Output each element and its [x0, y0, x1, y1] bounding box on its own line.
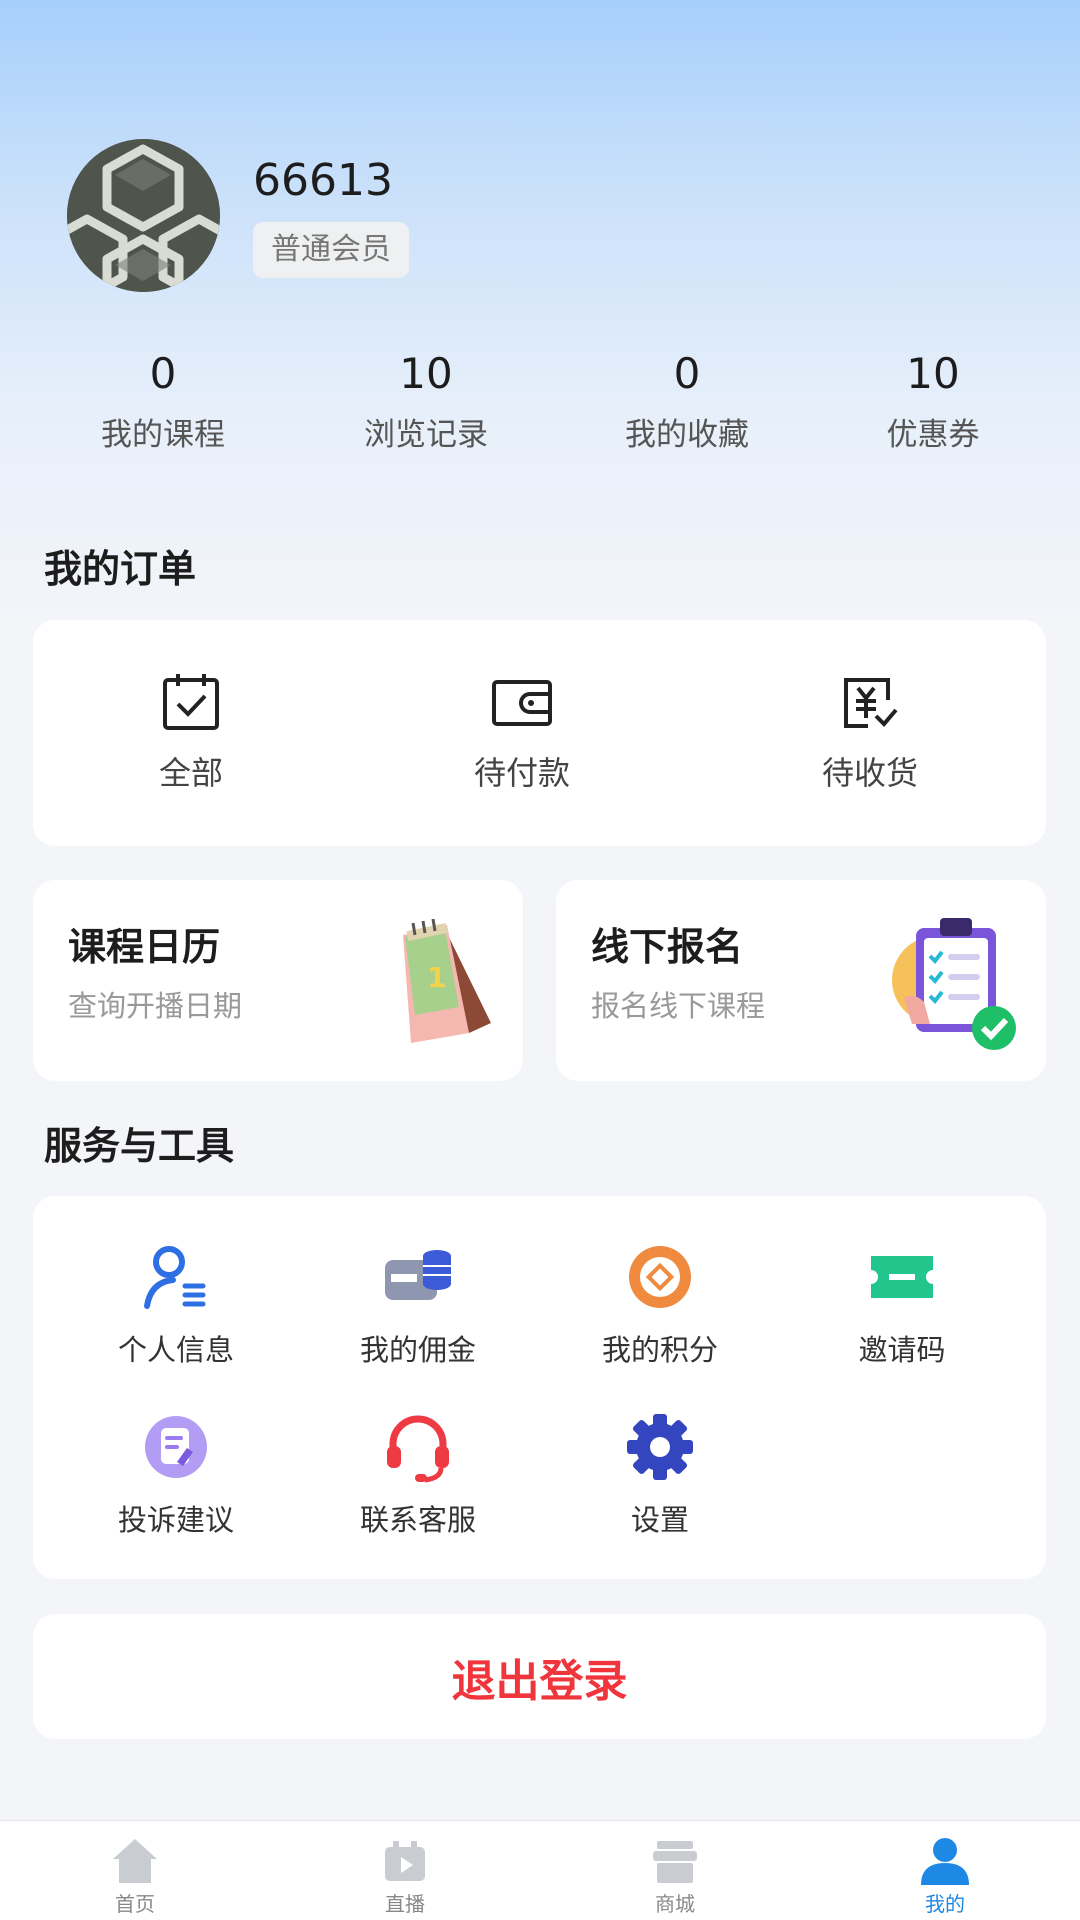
- logout-button[interactable]: 退出登录: [33, 1614, 1046, 1739]
- stat-label: 优惠券: [886, 417, 980, 453]
- stat-label: 浏览记录: [364, 417, 488, 453]
- store-icon: [653, 1841, 697, 1883]
- stat-value: 0: [673, 349, 701, 398]
- person-icon: [921, 1838, 969, 1885]
- live-tv-icon: [385, 1841, 425, 1881]
- offline-registration-card[interactable]: 线下报名 报名线下课程: [556, 880, 1046, 1081]
- tool-personal-info-label: 个人信息: [117, 1333, 234, 1367]
- orders-card: 全部 待付款 待收货: [33, 620, 1046, 846]
- home-icon: [113, 1839, 157, 1883]
- stats-row: 0 我的课程 10 浏览记录 0 我的收藏 10 优惠券: [0, 346, 1080, 466]
- stat-coupons[interactable]: 10 优惠券: [833, 346, 1033, 456]
- tab-home-label: 首页: [115, 1892, 155, 1916]
- stat-value: 10: [906, 349, 960, 398]
- ticket-icon: [871, 1256, 933, 1298]
- desk-calendar-icon: 1: [403, 918, 491, 1043]
- course-calendar-subtitle: 查询开播日期: [68, 989, 243, 1023]
- clipboard-checklist-icon: [892, 918, 1016, 1050]
- stat-browse-history[interactable]: 10 浏览记录: [326, 346, 526, 456]
- tool-customer-service[interactable]: 联系客服: [323, 1410, 513, 1540]
- stat-my-courses[interactable]: 0 我的课程: [63, 346, 263, 456]
- tab-live-label: 直播: [385, 1892, 425, 1916]
- stat-label: 我的收藏: [625, 417, 749, 453]
- order-pending-receipt-button[interactable]: 待收货: [770, 670, 970, 794]
- headset-icon: [387, 1415, 449, 1483]
- tool-my-commission[interactable]: 我的佣金: [323, 1240, 513, 1370]
- tool-settings-label: 设置: [630, 1503, 689, 1537]
- tool-my-commission-label: 我的佣金: [359, 1333, 476, 1367]
- tab-store-label: 商城: [655, 1892, 695, 1916]
- order-pending-receipt-label: 待收货: [821, 754, 918, 792]
- avatar[interactable]: [67, 139, 220, 292]
- tool-feedback-label: 投诉建议: [117, 1503, 234, 1537]
- header-background: [0, 0, 1080, 620]
- member-level-badge: 普通会员: [253, 221, 409, 278]
- tab-mine[interactable]: 我的: [870, 1835, 1020, 1917]
- order-all-label: 全部: [158, 754, 223, 792]
- order-all-button[interactable]: 全部: [91, 670, 291, 794]
- order-pending-payment-label: 待付款: [473, 754, 570, 792]
- tool-invite-code-label: 邀请码: [858, 1333, 946, 1367]
- calendar-check-icon: [163, 674, 219, 730]
- profile-header[interactable]: 66613 普通会员: [67, 139, 409, 292]
- gear-icon: [627, 1414, 693, 1480]
- order-pending-payment-button[interactable]: 待付款: [422, 670, 622, 794]
- orders-section-title: 我的订单: [44, 547, 197, 591]
- course-calendar-card[interactable]: 课程日历 查询开播日期 1: [33, 880, 523, 1081]
- tab-mine-label: 我的: [925, 1892, 965, 1916]
- stat-value: 0: [149, 349, 177, 398]
- bottom-tab-bar: 首页 直播 商城 我的: [0, 1820, 1080, 1920]
- tool-personal-info[interactable]: 个人信息: [81, 1240, 271, 1370]
- stat-my-favorites[interactable]: 0 我的收藏: [587, 346, 787, 456]
- services-card: 个人信息 我的佣金 我的积分 邀请码 投诉建议 联系客服 设置: [33, 1196, 1046, 1579]
- yen-receipt-icon: [844, 678, 898, 728]
- user-info-icon: [144, 1246, 206, 1309]
- tool-my-points[interactable]: 我的积分: [565, 1240, 755, 1370]
- course-calendar-title: 课程日历: [68, 925, 221, 969]
- wallet-icon: [492, 680, 552, 726]
- tool-customer-service-label: 联系客服: [359, 1503, 476, 1537]
- username: 66613: [253, 154, 393, 206]
- stat-value: 10: [399, 349, 453, 398]
- offline-registration-title: 线下报名: [591, 925, 744, 969]
- feedback-icon: [145, 1416, 207, 1478]
- logout-label: 退出登录: [451, 1655, 628, 1707]
- tab-home[interactable]: 首页: [60, 1835, 210, 1917]
- services-section-title: 服务与工具: [44, 1124, 235, 1168]
- tab-store[interactable]: 商城: [600, 1835, 750, 1917]
- offline-registration-subtitle: 报名线下课程: [591, 989, 766, 1023]
- tab-live[interactable]: 直播: [330, 1835, 480, 1917]
- tool-settings[interactable]: 设置: [565, 1410, 755, 1540]
- tool-invite-code[interactable]: 邀请码: [807, 1240, 997, 1370]
- svg-text:1: 1: [427, 961, 446, 994]
- tool-my-points-label: 我的积分: [601, 1333, 718, 1367]
- stat-label: 我的课程: [101, 417, 225, 453]
- tool-feedback[interactable]: 投诉建议: [81, 1410, 271, 1540]
- points-coin-icon: [629, 1246, 691, 1308]
- commission-icon: [385, 1250, 451, 1300]
